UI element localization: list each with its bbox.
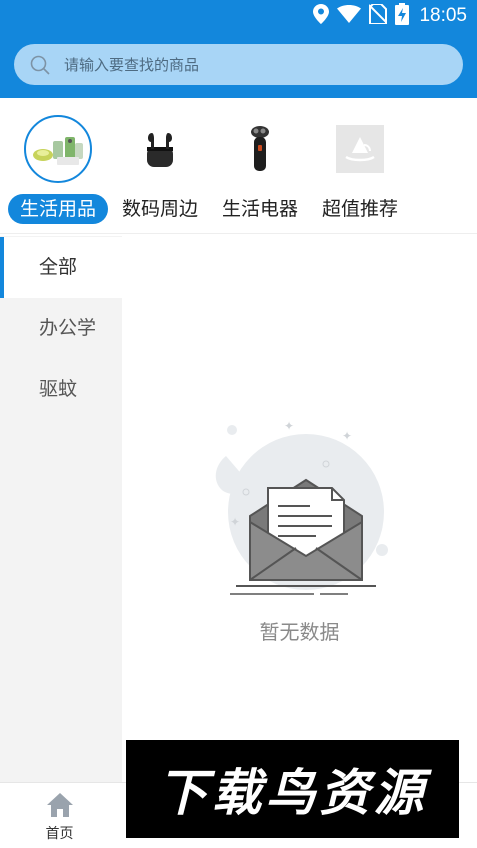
svg-text:✦: ✦ <box>284 419 294 433</box>
logo-placeholder-image[interactable] <box>326 115 394 183</box>
wifi-icon <box>337 5 362 27</box>
watermark-logo: 下载鸟资源 <box>126 740 459 838</box>
tab-home[interactable]: 首页 <box>0 783 119 848</box>
no-sim-icon <box>368 3 389 28</box>
watermark-text: 下载鸟资源 <box>157 764 428 822</box>
header: 18:05 <box>0 0 477 98</box>
sidebar-item-all[interactable]: 全部 <box>0 237 122 298</box>
earbuds-image[interactable] <box>126 115 194 183</box>
category-daily-goods[interactable]: 生活用品 <box>8 108 108 234</box>
search-icon[interactable] <box>20 55 60 75</box>
sidebar-item-office[interactable]: 办公学 <box>0 298 122 359</box>
status-icons: 18:05 <box>313 3 467 29</box>
category-label[interactable]: 数码周边 <box>110 194 210 224</box>
category-digital[interactable]: 数码周边 <box>110 108 210 234</box>
search-input[interactable] <box>64 55 424 74</box>
svg-text:✦: ✦ <box>342 429 352 443</box>
location-icon <box>313 4 330 28</box>
app-screen: 18:05 生活用品 <box>0 0 477 848</box>
search-bar[interactable] <box>14 44 463 85</box>
shaver-image[interactable] <box>226 115 294 183</box>
tab-home-label: 首页 <box>45 826 74 842</box>
empty-state-text: 暂无数据 <box>259 620 340 644</box>
category-appliances[interactable]: 生活电器 <box>210 108 310 234</box>
status-bar: 18:05 <box>0 0 477 32</box>
battery-charging-icon <box>395 3 410 29</box>
sidebar-item-mosquito[interactable]: 驱蚊 <box>0 359 122 420</box>
category-label[interactable]: 生活电器 <box>210 194 310 224</box>
status-time: 18:05 <box>419 5 467 26</box>
daily-goods-image[interactable] <box>24 115 92 183</box>
category-deals[interactable]: 超值推荐 <box>310 108 410 234</box>
home-icon[interactable] <box>45 791 75 819</box>
category-label[interactable]: 超值推荐 <box>310 194 410 224</box>
svg-text:✦: ✦ <box>230 515 240 529</box>
product-list: ✦ ✦ ✦ 暂无数据 <box>122 236 477 782</box>
subcategory-sidebar: 全部 办公学 驱蚊 <box>0 236 122 782</box>
category-row: 生活用品 数码周边 生活电器 超值推荐 <box>0 108 477 234</box>
category-label[interactable]: 生活用品 <box>8 194 108 224</box>
empty-envelope-icon: ✦ ✦ ✦ <box>206 416 396 606</box>
